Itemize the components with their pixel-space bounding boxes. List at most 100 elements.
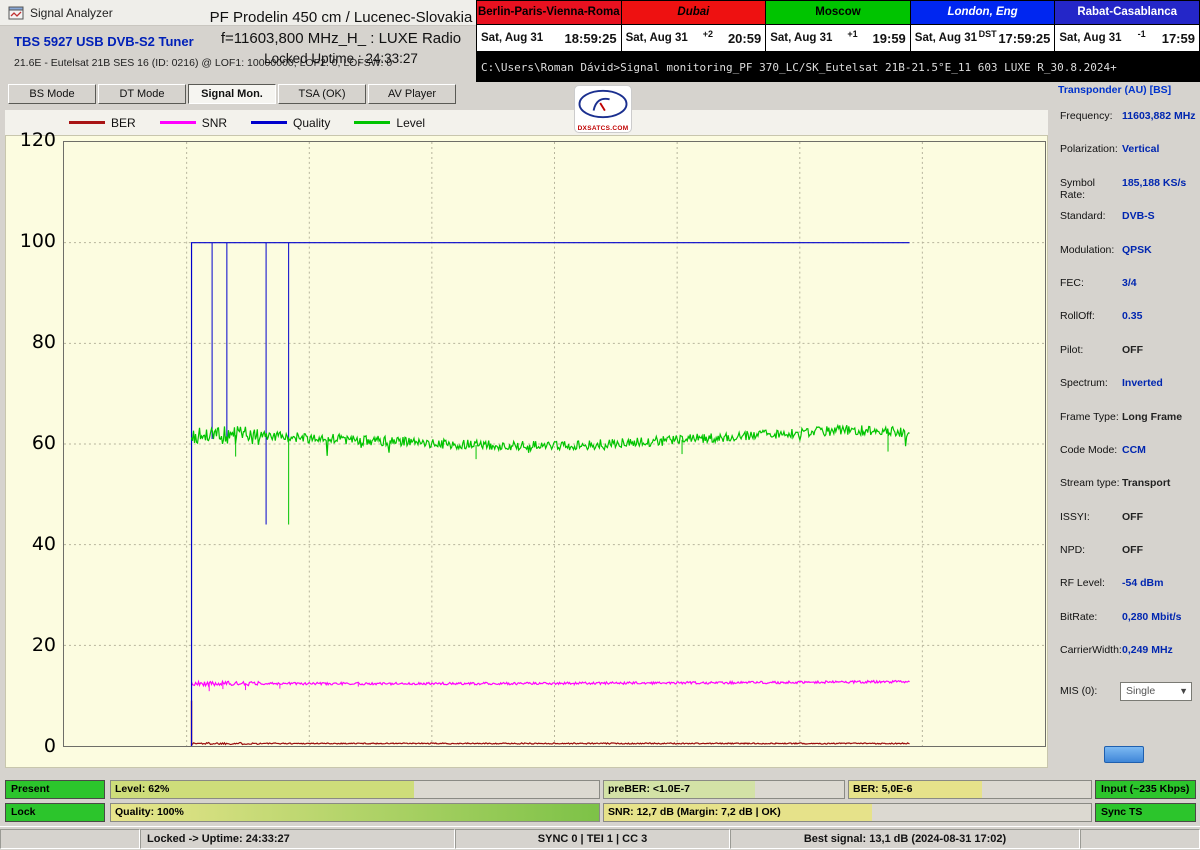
tab-tsa-ok[interactable]: TSA (OK) [278,84,366,104]
y-axis-tick-label: 0 [6,735,56,757]
app-icon [8,5,24,21]
mis-select[interactable]: Single ▼ [1120,682,1192,701]
transponder-row-spectrum: Spectrum:Inverted [1052,375,1200,408]
field-label: Stream type: [1060,477,1122,489]
indicator-quality-100: Quality: 100% [110,803,600,822]
monitoring-caption: PF Prodelin 450 cm / Lucenec-Slovakia f=… [205,7,477,69]
transponder-row-fec: FEC:3/4 [1052,275,1200,308]
clock-london-eng: London, EngSat, Aug 31DST17:59:25 [910,1,1055,51]
legend-label: Level [396,116,425,130]
indicator-ber-5-0e-6: BER: 5,0E-6 [848,780,1092,799]
clock-date: Sat, Aug 31 [481,32,543,44]
legend-line-sample [354,121,390,124]
transponder-row-bitrate: BitRate:0,280 Mbit/s [1052,609,1200,642]
console-bar: C:\Users\Roman Dávid>Signal monitoring_P… [476,52,1200,82]
y-axis-tick-label: 20 [6,634,56,656]
tab-dt-mode[interactable]: DT Mode [98,84,186,104]
field-value: OFF [1122,344,1143,356]
field-value: QPSK [1122,244,1152,256]
transponder-row-carrierwidth: CarrierWidth:0,249 MHz [1052,642,1200,675]
clock-time: Sat, Aug 31DST17:59:25 [911,24,1055,51]
field-label: Modulation: [1060,244,1122,256]
indicator-snr-12-7-db-margin-7-2-db-ok: SNR: 12,7 dB (Margin: 7,2 dB | OK) [603,803,1092,822]
tab-signal-mon[interactable]: Signal Mon. [188,84,276,104]
field-label: RollOff: [1060,310,1122,322]
clock-date: Sat, Aug 31 [770,32,832,44]
transponder-action-button[interactable] [1104,746,1144,763]
clock-time: Sat, Aug 31 18:59:25 [477,24,621,51]
y-axis-tick-label: 60 [6,432,56,454]
field-label: Code Mode: [1060,444,1122,456]
legend-label: BER [111,116,136,130]
indicator-row-2: Lock Quality: 100% SNR: 12,7 dB (Margin: 7… [0,803,1200,822]
clock-value: 17:59:25 [998,31,1050,46]
tab-bs-mode[interactable]: BS Mode [8,84,96,104]
legend-line-sample [251,121,287,124]
clock-value: 18:59:25 [565,31,617,46]
indicator-level-62: Level: 62% [110,780,600,799]
clock-utc-offset: DST [977,29,998,39]
bar-label: Quality: 100% [115,804,184,821]
transponder-row-npd: NPD:OFF [1052,542,1200,575]
field-label: Frame Type: [1060,411,1122,423]
field-value: Inverted [1122,377,1163,389]
transponder-row-stream-type: Stream type:Transport [1052,475,1200,508]
clock-time: Sat, Aug 31-117:59 [1055,24,1199,51]
legend-item-level: Level [354,116,425,130]
field-label: ISSYI: [1060,511,1122,523]
statusbar-locked-uptime: Locked -> Uptime: 24:33:27 [140,829,455,849]
window-title: Signal Analyzer [30,6,113,20]
legend-label: Quality [293,116,330,130]
indicator-sync-ts: Sync TS [1095,803,1196,822]
field-label: Polarization: [1060,143,1122,155]
signal-chart [64,142,1045,746]
bar-fill [111,804,599,821]
clock-berlin-paris-vienna-roma: Berlin-Paris-Vienna-RomaSat, Aug 3118:59… [477,1,621,51]
legend-item-snr: SNR [160,116,227,130]
transponder-row-issyi: ISSYI:OFF [1052,509,1200,542]
transponder-row-frame-type: Frame Type:Long Frame [1052,409,1200,442]
indicator-lock: Lock [5,803,105,822]
legend-line-sample [160,121,196,124]
transponder-row-polarization: Polarization:Vertical [1052,141,1200,174]
clock-utc-offset: +1 [832,29,872,39]
clock-date: Sat, Aug 31 [626,32,688,44]
clock-city-label: Moscow [766,1,910,24]
transponder-row-modulation: Modulation:QPSK [1052,242,1200,275]
chart-panel: BERSNRQualityLevel 120100806040200 [5,110,1048,768]
tab-av-player[interactable]: AV Player [368,84,456,104]
field-label: RF Level: [1060,577,1122,589]
indicator-input-235-kbps: Input (~235 Kbps) [1095,780,1196,799]
field-label: FEC: [1060,277,1122,289]
clock-date: Sat, Aug 31 [915,32,977,44]
chevron-down-icon: ▼ [1179,686,1188,696]
field-value: Vertical [1122,143,1159,155]
bar-label: Level: 62% [115,781,169,798]
signal-analyzer-window: Signal Analyzer TBS 5927 USB DVB-S2 Tune… [0,0,1200,850]
transponder-row-frequency: Frequency:11603,882 MHz [1052,108,1200,141]
field-value: 0.35 [1122,310,1142,322]
clock-city-label: Dubai [622,1,766,24]
caption-uptime: Locked Uptime : 24:33:27 [205,49,477,69]
console-text: C:\Users\Roman Dávid>Signal monitoring_P… [481,61,1117,74]
field-label: BitRate: [1060,611,1122,623]
statusbar-best-signal: Best signal: 13,1 dB (2024-08-31 17:02) [730,829,1080,849]
field-label: CarrierWidth: [1060,644,1122,656]
field-label: Standard: [1060,210,1122,222]
field-label: Symbol Rate: [1060,177,1122,201]
clock-value: 20:59 [728,31,761,46]
indicator-row-1: PresentLevel: 62%preBER: <1.0E-7BER: 5,0… [0,780,1200,799]
transponder-row-code-mode: Code Mode:CCM [1052,442,1200,475]
clock-value: 19:59 [873,31,906,46]
field-label: NPD: [1060,544,1122,556]
legend-line-sample [69,121,105,124]
field-value: DVB-S [1122,210,1155,222]
clock-city-label: London, Eng [911,1,1055,24]
field-value: Transport [1122,477,1170,489]
statusbar-segment-4 [1080,829,1200,849]
field-label: Spectrum: [1060,377,1122,389]
clock-utc-offset: +2 [688,29,728,39]
field-value: OFF [1122,511,1143,523]
clock-utc-offset: -1 [1122,29,1162,39]
transponder-rows: Frequency:11603,882 MHzPolarization:Vert… [1052,108,1200,676]
